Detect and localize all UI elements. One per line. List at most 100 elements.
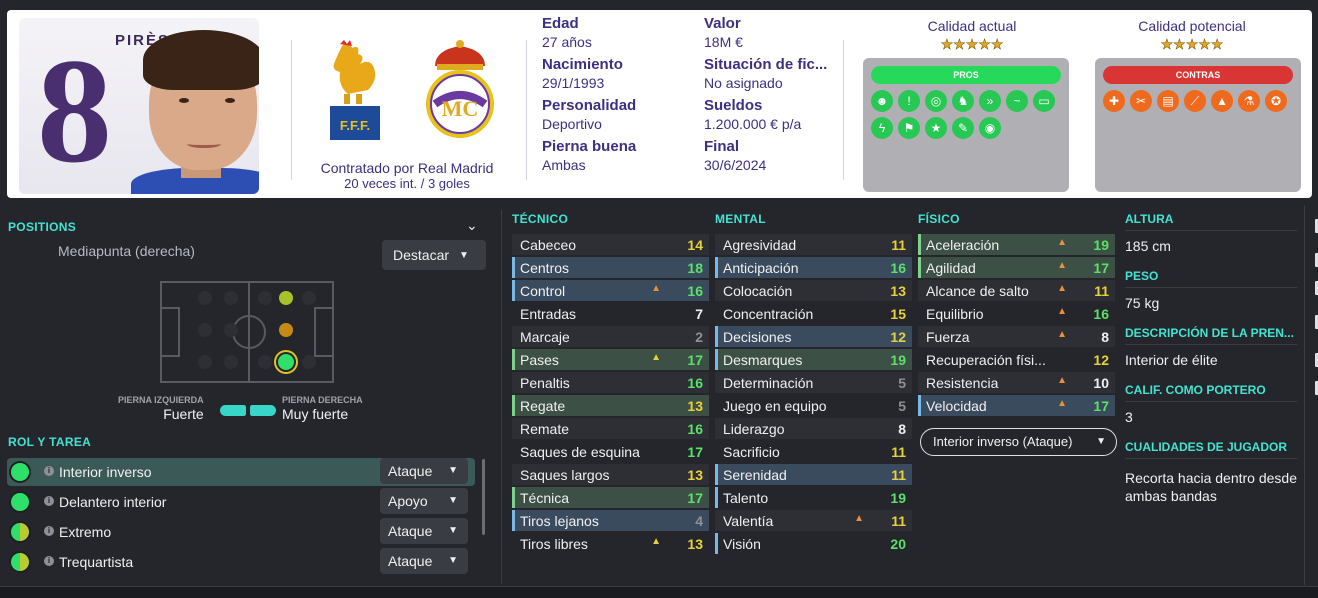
attribute-row[interactable]: Aceleración ▲ 19 — [918, 233, 1115, 256]
attribute-row[interactable]: Visión 20 — [715, 532, 912, 555]
flask-icon[interactable]: ⚗ — [1238, 90, 1260, 112]
foot-icon[interactable]: ♞ — [952, 90, 974, 112]
boot-icon[interactable]: ✎ — [952, 117, 974, 139]
fff-crest-icon[interactable]: F.F.F. — [322, 38, 388, 142]
attribute-row[interactable]: Velocidad ▲ 17 — [918, 394, 1115, 417]
attribute-row[interactable]: Control ▲ 16 — [512, 279, 709, 302]
position-dot — [224, 323, 238, 337]
role-suitability-icon — [11, 553, 29, 571]
attribute-value: 8 — [898, 421, 906, 437]
flag-icon[interactable]: ⚑ — [898, 117, 920, 139]
attribute-row[interactable]: Colocación 13 — [715, 279, 912, 302]
scissors-icon[interactable]: ✂ — [1130, 90, 1152, 112]
attribute-row[interactable]: Desmarques 19 — [715, 348, 912, 371]
attribute-row[interactable]: Regate 13 — [512, 394, 709, 417]
cone-icon[interactable]: ▲ — [1211, 90, 1233, 112]
attribute-row[interactable]: Liderazgo 8 — [715, 417, 912, 440]
info-icon[interactable]: i — [44, 556, 54, 566]
role-row[interactable]: i Trequartista Ataque ▼ — [7, 548, 475, 576]
duty-dropdown[interactable]: Ataque ▼ — [380, 458, 468, 484]
attribute-row[interactable]: Centros 18 — [512, 256, 709, 279]
position-dot — [302, 355, 316, 369]
chevron-down-icon[interactable]: ⌄ — [466, 217, 478, 234]
attribute-row[interactable]: Entradas 7 — [512, 302, 709, 325]
role-row[interactable]: i Extremo Ataque ▼ — [7, 518, 475, 546]
card-icon[interactable]: ▤ — [1157, 90, 1179, 112]
attribute-row[interactable]: Penaltis 16 — [512, 371, 709, 394]
attribute-row[interactable]: Saques de esquina 17 — [512, 440, 709, 463]
duty-dropdown[interactable]: Ataque ▼ — [380, 518, 468, 544]
attribute-row[interactable]: Tiros libres ▲ 13 — [512, 532, 709, 555]
duty-label: Apoyo — [388, 493, 428, 509]
attribute-row[interactable]: Agresividad 11 — [715, 233, 912, 256]
slide-icon[interactable]: ⟋ — [1184, 90, 1206, 112]
chevron-down-icon: ▼ — [459, 249, 469, 261]
attribute-name: Entradas — [520, 306, 577, 322]
medal-icon[interactable]: ✪ — [1265, 90, 1287, 112]
attribute-row[interactable]: Talento 19 — [715, 486, 912, 509]
personality-value[interactable]: Deportivo — [542, 116, 636, 132]
attribute-name: Sacrificio — [723, 444, 780, 460]
dribble-icon[interactable]: » — [979, 90, 1001, 112]
role-highlight-select[interactable]: Interior inverso (Ataque) ▼ — [920, 428, 1117, 456]
roles-scrollbar[interactable] — [482, 459, 485, 535]
target-icon[interactable]: ◎ — [925, 90, 947, 112]
attribute-name: Saques largos — [520, 467, 610, 483]
info-column-1: Edad 27 años Nacimiento 29/1/1993 Person… — [542, 15, 636, 173]
attribute-name: Juego en equipo — [723, 398, 827, 414]
role-row[interactable]: i Interior inverso Ataque ▼ — [7, 458, 475, 486]
attribute-row[interactable]: Alcance de salto ▲ 11 — [918, 279, 1115, 302]
attribute-row[interactable]: Determinación 5 — [715, 371, 912, 394]
attribute-row[interactable]: Recuperación físi... 12 — [918, 348, 1115, 371]
exclaim-ball-icon[interactable]: ! — [898, 90, 920, 112]
attribute-row[interactable]: Resistencia ▲ 10 — [918, 371, 1115, 394]
info-icon[interactable]: i — [44, 496, 54, 506]
eye-icon[interactable]: ◉ — [979, 117, 1001, 139]
attribute-row[interactable]: Técnica 17 — [512, 486, 709, 509]
attribute-row[interactable]: Anticipación 16 — [715, 256, 912, 279]
highlight-dropdown[interactable]: Destacar ▼ — [382, 240, 486, 270]
wave-icon[interactable]: ~ — [1006, 90, 1028, 112]
contract-club-link[interactable]: Contratado por Real Madrid — [307, 160, 507, 176]
attribute-row[interactable]: Pases ▲ 17 — [512, 348, 709, 371]
attribute-row[interactable]: Marcaje 2 — [512, 325, 709, 348]
attribute-row[interactable]: Fuerza ▲ 8 — [918, 325, 1115, 348]
attribute-row[interactable]: Saques largos 13 — [512, 463, 709, 486]
info-icon[interactable]: i — [44, 466, 54, 476]
attribute-name: Resistencia — [926, 375, 999, 391]
attribute-row[interactable]: Juego en equipo 5 — [715, 394, 912, 417]
attribute-row[interactable]: Tiros lejanos 4 — [512, 509, 709, 532]
photo-eye-right — [225, 98, 235, 103]
progress-arrow-icon: ▲ — [1057, 329, 1067, 340]
cross-icon[interactable]: ✚ — [1103, 90, 1125, 112]
attribute-name: Agilidad — [926, 260, 976, 276]
brain-icon[interactable]: ☻ — [871, 90, 893, 112]
attribute-name: Cabeceo — [520, 237, 577, 253]
role-row[interactable]: i Delantero interior Apoyo ▼ — [7, 488, 475, 516]
pitch-icon[interactable]: ▭ — [1033, 90, 1055, 112]
progress-arrow-icon: ▲ — [1057, 375, 1067, 386]
attribute-row[interactable]: Sacrificio 11 — [715, 440, 912, 463]
duty-label: Ataque — [388, 553, 433, 569]
attribute-row[interactable]: Remate 16 — [512, 417, 709, 440]
attribute-row[interactable]: Valentía ▲ 11 — [715, 509, 912, 532]
attribute-row[interactable]: Serenidad 11 — [715, 463, 912, 486]
info-icon[interactable]: i — [44, 526, 54, 536]
attribute-row[interactable]: Concentración 15 — [715, 302, 912, 325]
registration-label: Situación de fic... — [704, 56, 828, 73]
attribute-row[interactable]: Agilidad ▲ 17 — [918, 256, 1115, 279]
wages-value[interactable]: 1.200.000 € p/a — [704, 116, 827, 132]
attribute-row[interactable]: Cabeceo 14 — [512, 233, 709, 256]
attribute-row[interactable]: Decisiones 12 — [715, 325, 912, 348]
star-icon[interactable]: ★ — [925, 117, 947, 139]
attribute-value: 16 — [687, 421, 703, 437]
real-madrid-crest-icon[interactable]: MC — [421, 38, 499, 142]
duty-dropdown[interactable]: Ataque ▼ — [380, 548, 468, 574]
role-suitability-icon — [11, 463, 29, 481]
duty-dropdown[interactable]: Apoyo ▼ — [380, 488, 468, 514]
lightning-icon[interactable]: ϟ — [871, 117, 893, 139]
attribute-value: 14 — [687, 237, 703, 253]
cons-header: CONTRAS — [1103, 66, 1293, 84]
role-highlight-select-label: Interior inverso (Ataque) — [933, 434, 1073, 449]
attribute-row[interactable]: Equilibrio ▲ 16 — [918, 302, 1115, 325]
